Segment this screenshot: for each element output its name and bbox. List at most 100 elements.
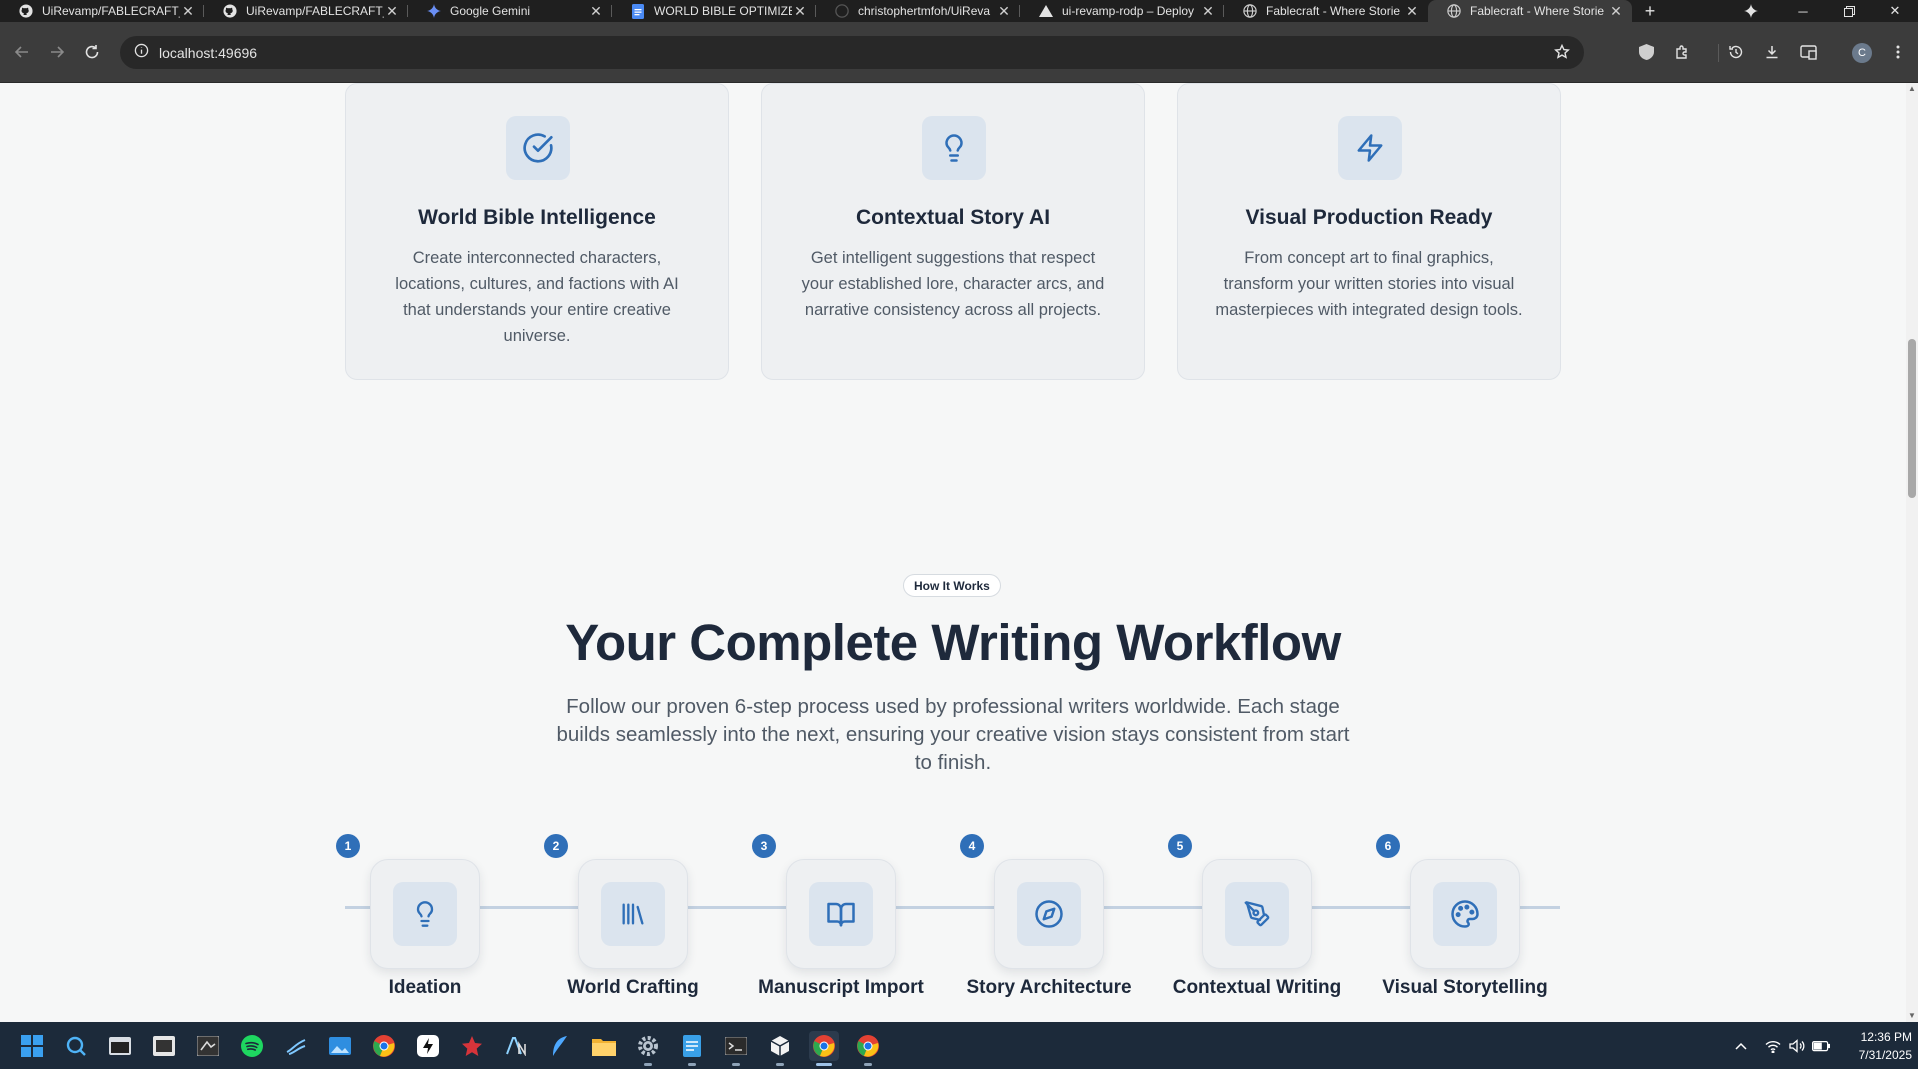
search-icon[interactable]: [61, 1031, 91, 1061]
page-content: World Bible Intelligence Create intercon…: [0, 83, 1906, 1022]
chrome-icon[interactable]: [369, 1031, 399, 1061]
globe-icon: [1242, 3, 1258, 19]
site-info-icon[interactable]: [134, 43, 149, 63]
terminal-app-icon[interactable]: [105, 1031, 135, 1061]
restore-icon[interactable]: [1826, 0, 1872, 22]
browser-toolbar: localhost:49696 C: [0, 22, 1918, 83]
reading-mode-icon[interactable]: [1796, 40, 1820, 64]
step-label: Ideation: [388, 977, 462, 998]
tab-title: Fablecraft - Where Storie: [1266, 4, 1401, 18]
lightning-app-icon[interactable]: [413, 1031, 443, 1061]
windows-start-icon[interactable]: [17, 1031, 47, 1061]
close-icon[interactable]: ✕: [1404, 3, 1420, 19]
clock-time: 12:36 PM: [1860, 1030, 1912, 1044]
font-app-icon[interactable]: [501, 1031, 531, 1061]
close-icon[interactable]: ✕: [996, 3, 1012, 19]
timeline-connector: [345, 906, 1560, 909]
feature-title: Visual Production Ready: [1245, 206, 1493, 229]
chrome-profile-icon[interactable]: [853, 1031, 883, 1066]
tab-title: WORLD BIBLE OPTIMIZE: [654, 4, 792, 18]
browser-tab[interactable]: ui-revamp-rodp – Deploy ✕: [1020, 0, 1224, 22]
step-number: 1: [336, 834, 360, 858]
tab-title: ui-revamp-rodp – Deploy: [1062, 4, 1195, 18]
close-window-icon[interactable]: ✕: [1872, 0, 1918, 22]
chevron-up-icon[interactable]: [1726, 1031, 1756, 1061]
vercel-icon: [1038, 3, 1054, 19]
step-label: Story Architecture: [966, 977, 1132, 998]
how-it-works-badge: How It Works: [903, 574, 1001, 597]
shield-extension-icon[interactable]: [1634, 40, 1658, 64]
spotify-icon[interactable]: [237, 1031, 267, 1061]
address-bar[interactable]: localhost:49696: [120, 36, 1584, 69]
tab-title: christophertmfoh/UiReva: [858, 4, 991, 18]
screen-capture-app-icon[interactable]: [149, 1031, 179, 1061]
close-icon[interactable]: ✕: [792, 3, 808, 19]
feather-app-icon[interactable]: [545, 1031, 575, 1061]
settings-gear-icon[interactable]: [633, 1031, 663, 1066]
scroll-down-arrow-icon[interactable]: ▼: [1908, 1012, 1916, 1020]
library-icon: [601, 882, 665, 946]
file-explorer-icon[interactable]: [589, 1031, 619, 1061]
reload-icon[interactable]: [80, 40, 104, 64]
scrollbar-thumb[interactable]: [1908, 339, 1916, 498]
browser-tab[interactable]: UiRevamp/FABLECRAFT_ ✕: [204, 0, 408, 22]
forward-arrow-icon[interactable]: [45, 40, 69, 64]
feature-description: Create interconnected characters, locati…: [395, 249, 679, 345]
profile-avatar[interactable]: C: [1852, 43, 1872, 63]
battery-icon[interactable]: [1806, 1031, 1836, 1061]
github-icon: [18, 3, 34, 19]
notepad-icon[interactable]: [677, 1031, 707, 1066]
photos-app-icon[interactable]: [325, 1031, 355, 1061]
cube-app-icon[interactable]: [765, 1031, 795, 1066]
bookmark-star-icon[interactable]: [1554, 43, 1570, 65]
star-app-icon[interactable]: [457, 1031, 487, 1061]
minimize-icon[interactable]: ─: [1780, 0, 1826, 22]
step-icon-box: [370, 859, 480, 969]
kebab-menu-icon[interactable]: [1886, 40, 1910, 64]
history-icon[interactable]: [1724, 40, 1748, 64]
browser-tab[interactable]: UiRevamp/FABLECRAFT_ ✕: [0, 0, 204, 22]
new-tab-button[interactable]: +: [1636, 0, 1664, 22]
close-icon[interactable]: ✕: [180, 3, 196, 19]
browser-tab-active[interactable]: Fablecraft - Where Storie ✕: [1428, 0, 1632, 22]
step-label: World Crafting: [567, 977, 699, 998]
close-icon[interactable]: ✕: [1200, 3, 1216, 19]
tab-title: UiRevamp/FABLECRAFT_: [246, 4, 384, 18]
feature-card: Contextual Story AI Get intelligent sugg…: [761, 83, 1145, 380]
feature-card: Visual Production Ready From concept art…: [1177, 83, 1561, 380]
github-icon: [834, 3, 850, 19]
lightning-icon: [1338, 116, 1402, 180]
close-icon[interactable]: ✕: [1608, 3, 1624, 19]
command-prompt-icon[interactable]: [721, 1031, 751, 1066]
browser-tab[interactable]: christophertmfoh/UiReva ✕: [816, 0, 1020, 22]
close-icon[interactable]: ✕: [588, 3, 604, 19]
compass-icon: [1017, 882, 1081, 946]
gemini-sparkle-icon[interactable]: [1736, 0, 1766, 22]
pen-tool-icon: [1225, 882, 1289, 946]
step-number: 4: [960, 834, 984, 858]
page-scrollbar[interactable]: ▲ ▼: [1906, 83, 1918, 1022]
browser-tab-strip: UiRevamp/FABLECRAFT_ ✕ UiRevamp/FABLECRA…: [0, 0, 1918, 22]
scroll-up-arrow-icon[interactable]: ▲: [1908, 85, 1916, 93]
workflow-subtitle: Follow our proven 6-step process used by…: [556, 695, 1350, 774]
step-number: 6: [1376, 834, 1400, 858]
lightbulb-icon: [393, 882, 457, 946]
docs-icon: [630, 3, 646, 19]
system-clock[interactable]: 12:36 PM 7/31/2025: [1836, 1028, 1912, 1064]
editor-app-icon[interactable]: [193, 1031, 223, 1061]
palette-icon: [1433, 882, 1497, 946]
github-icon: [222, 3, 238, 19]
waves-app-icon[interactable]: [281, 1031, 311, 1061]
browser-tab[interactable]: Google Gemini ✕: [408, 0, 612, 22]
step-icon-box: [994, 859, 1104, 969]
browser-tab[interactable]: WORLD BIBLE OPTIMIZE ✕: [612, 0, 816, 22]
back-arrow-icon[interactable]: [10, 40, 34, 64]
extensions-puzzle-icon[interactable]: [1670, 40, 1694, 64]
download-icon[interactable]: [1760, 40, 1784, 64]
book-open-icon: [809, 882, 873, 946]
step-label: Manuscript Import: [758, 977, 924, 998]
step-icon-box: [786, 859, 896, 969]
chrome-icon[interactable]: [809, 1031, 839, 1066]
browser-tab[interactable]: Fablecraft - Where Storie ✕: [1224, 0, 1428, 22]
close-icon[interactable]: ✕: [384, 3, 400, 19]
